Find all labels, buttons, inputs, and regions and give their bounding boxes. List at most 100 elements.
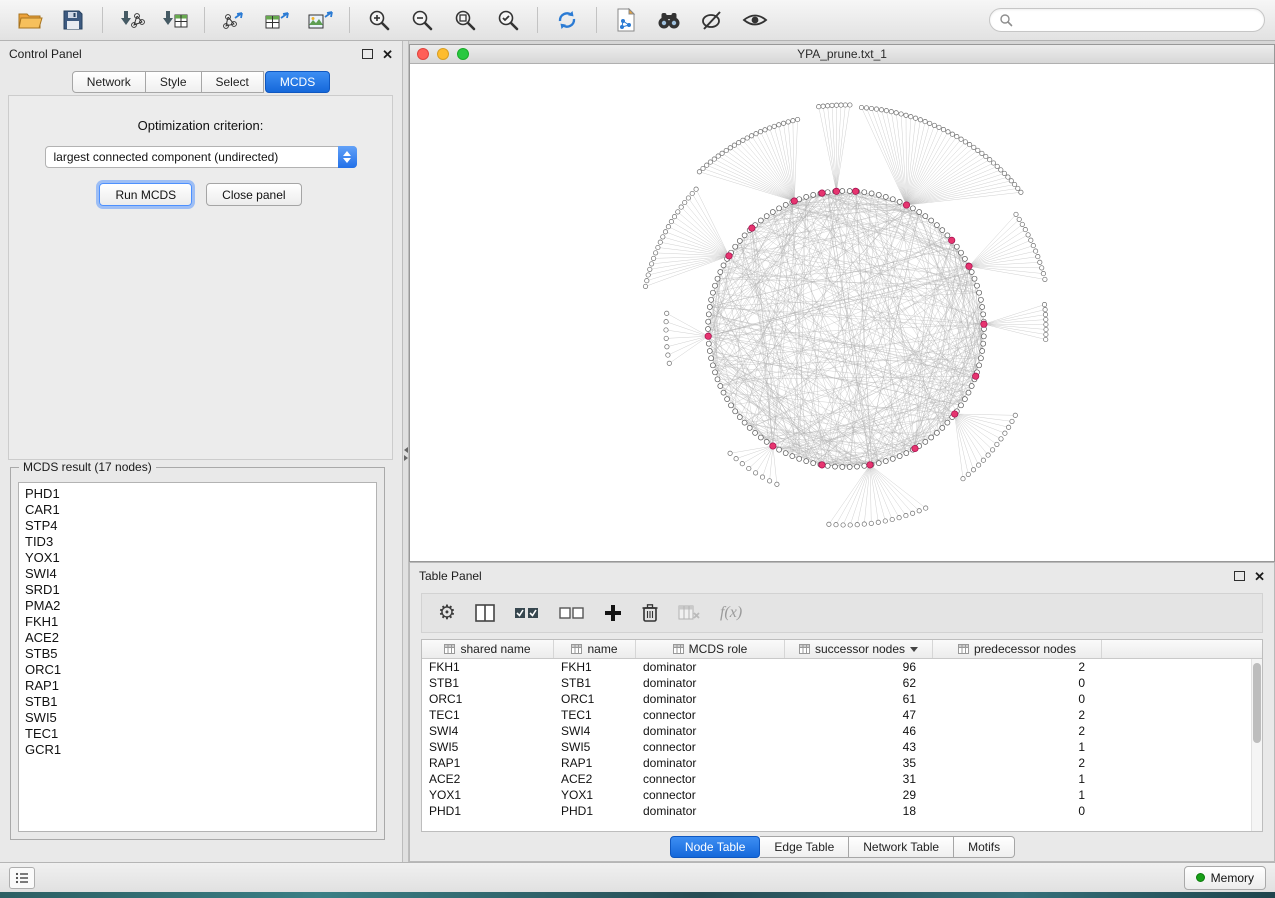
network-node[interactable] xyxy=(934,223,939,228)
network-leaf-node[interactable] xyxy=(986,453,990,457)
mcds-result-item[interactable]: TID3 xyxy=(25,534,376,550)
network-node[interactable] xyxy=(969,384,974,389)
network-dominator-node[interactable] xyxy=(770,443,776,449)
network-leaf-node[interactable] xyxy=(855,523,859,527)
network-leaf-node[interactable] xyxy=(1006,425,1010,429)
network-node[interactable] xyxy=(737,238,742,243)
network-dominator-node[interactable] xyxy=(981,321,987,327)
network-node[interactable] xyxy=(733,244,738,249)
network-node[interactable] xyxy=(855,464,860,469)
network-leaf-node[interactable] xyxy=(869,521,873,525)
export-network-button[interactable] xyxy=(214,4,254,36)
tab-style[interactable]: Style xyxy=(146,71,202,93)
network-leaf-node[interactable] xyxy=(679,205,683,209)
mcds-result-item[interactable]: SWI5 xyxy=(25,710,376,726)
network-leaf-node[interactable] xyxy=(763,128,767,132)
network-leaf-node[interactable] xyxy=(910,511,914,515)
network-leaf-node[interactable] xyxy=(937,125,941,129)
network-leaf-node[interactable] xyxy=(971,468,975,472)
network-leaf-node[interactable] xyxy=(1012,182,1016,186)
network-leaf-node[interactable] xyxy=(834,523,838,527)
table-scrollbar[interactable] xyxy=(1251,659,1262,831)
network-leaf-node[interactable] xyxy=(694,187,698,191)
network-leaf-node[interactable] xyxy=(666,225,670,229)
column-header-successor-nodes[interactable]: successor nodes xyxy=(785,640,933,658)
minimize-window-icon[interactable] xyxy=(437,48,449,60)
mcds-result-item[interactable]: RAP1 xyxy=(25,678,376,694)
network-leaf-node[interactable] xyxy=(923,119,927,123)
network-leaf-node[interactable] xyxy=(967,142,971,146)
network-leaf-node[interactable] xyxy=(889,110,893,114)
network-leaf-node[interactable] xyxy=(772,124,776,128)
network-node[interactable] xyxy=(966,390,971,395)
network-leaf-node[interactable] xyxy=(1040,266,1044,270)
network-node[interactable] xyxy=(981,341,986,346)
network-dominator-node[interactable] xyxy=(949,237,955,243)
network-leaf-node[interactable] xyxy=(874,107,878,111)
table-row[interactable]: SWI5SWI5connector431 xyxy=(422,739,1262,755)
network-leaf-node[interactable] xyxy=(645,279,649,283)
network-node[interactable] xyxy=(742,420,747,425)
network-leaf-node[interactable] xyxy=(767,126,771,130)
network-leaf-node[interactable] xyxy=(909,115,913,119)
network-node[interactable] xyxy=(978,297,983,302)
network-leaf-node[interactable] xyxy=(848,103,852,107)
table-scrollbar-thumb[interactable] xyxy=(1253,663,1261,743)
network-node[interactable] xyxy=(811,461,816,466)
network-leaf-node[interactable] xyxy=(653,251,657,255)
network-node[interactable] xyxy=(707,349,712,354)
network-leaf-node[interactable] xyxy=(1038,260,1042,264)
network-leaf-node[interactable] xyxy=(1044,317,1048,321)
network-leaf-node[interactable] xyxy=(758,130,762,134)
network-leaf-node[interactable] xyxy=(754,132,758,136)
zoom-selected-button[interactable] xyxy=(488,4,528,36)
column-header-mcds-role[interactable]: MCDS role xyxy=(636,640,785,658)
network-leaf-node[interactable] xyxy=(791,119,795,123)
table-row[interactable]: PHD1PHD1dominator180 xyxy=(422,803,1262,819)
export-image-button[interactable] xyxy=(300,4,340,36)
network-node[interactable] xyxy=(706,312,711,317)
network-leaf-node[interactable] xyxy=(664,328,668,332)
network-leaf-node[interactable] xyxy=(708,160,712,164)
network-node[interactable] xyxy=(929,218,934,223)
network-node[interactable] xyxy=(910,206,915,211)
network-file-button[interactable] xyxy=(606,4,646,36)
close-panel-icon[interactable]: ✕ xyxy=(382,48,393,61)
network-leaf-node[interactable] xyxy=(913,116,917,120)
network-leaf-node[interactable] xyxy=(1014,212,1018,216)
apply-layout-button[interactable] xyxy=(547,4,587,36)
network-node[interactable] xyxy=(890,456,895,461)
network-leaf-node[interactable] xyxy=(777,123,781,127)
network-leaf-node[interactable] xyxy=(1029,238,1033,242)
network-canvas[interactable] xyxy=(410,63,1274,561)
close-table-panel-icon[interactable]: ✕ xyxy=(1254,570,1265,583)
table-row[interactable]: TEC1TEC1connector472 xyxy=(422,707,1262,723)
open-session-button[interactable] xyxy=(10,4,50,36)
network-leaf-node[interactable] xyxy=(830,103,834,107)
network-leaf-node[interactable] xyxy=(862,522,866,526)
network-leaf-node[interactable] xyxy=(890,517,894,521)
network-leaf-node[interactable] xyxy=(981,458,985,462)
tab-edge-table[interactable]: Edge Table xyxy=(760,836,849,858)
network-node[interactable] xyxy=(790,454,795,459)
network-leaf-node[interactable] xyxy=(760,475,764,479)
column-header-predecessor-nodes[interactable]: predecessor nodes xyxy=(933,640,1102,658)
network-leaf-node[interactable] xyxy=(894,111,898,115)
tab-network-table[interactable]: Network Table xyxy=(849,836,954,858)
network-dominator-node[interactable] xyxy=(705,333,711,339)
network-node[interactable] xyxy=(904,451,909,456)
network-leaf-node[interactable] xyxy=(959,137,963,141)
network-leaf-node[interactable] xyxy=(1044,327,1048,331)
mcds-result-item[interactable]: CAR1 xyxy=(25,502,376,518)
column-header-name[interactable]: name xyxy=(554,640,636,658)
network-leaf-node[interactable] xyxy=(1003,431,1007,435)
network-leaf-node[interactable] xyxy=(1044,332,1048,336)
network-leaf-node[interactable] xyxy=(720,151,724,155)
network-leaf-node[interactable] xyxy=(928,121,932,125)
network-leaf-node[interactable] xyxy=(1036,254,1040,258)
network-leaf-node[interactable] xyxy=(643,284,647,288)
network-node[interactable] xyxy=(825,463,830,468)
network-node[interactable] xyxy=(753,430,758,435)
network-leaf-node[interactable] xyxy=(747,466,751,470)
network-leaf-node[interactable] xyxy=(884,109,888,113)
